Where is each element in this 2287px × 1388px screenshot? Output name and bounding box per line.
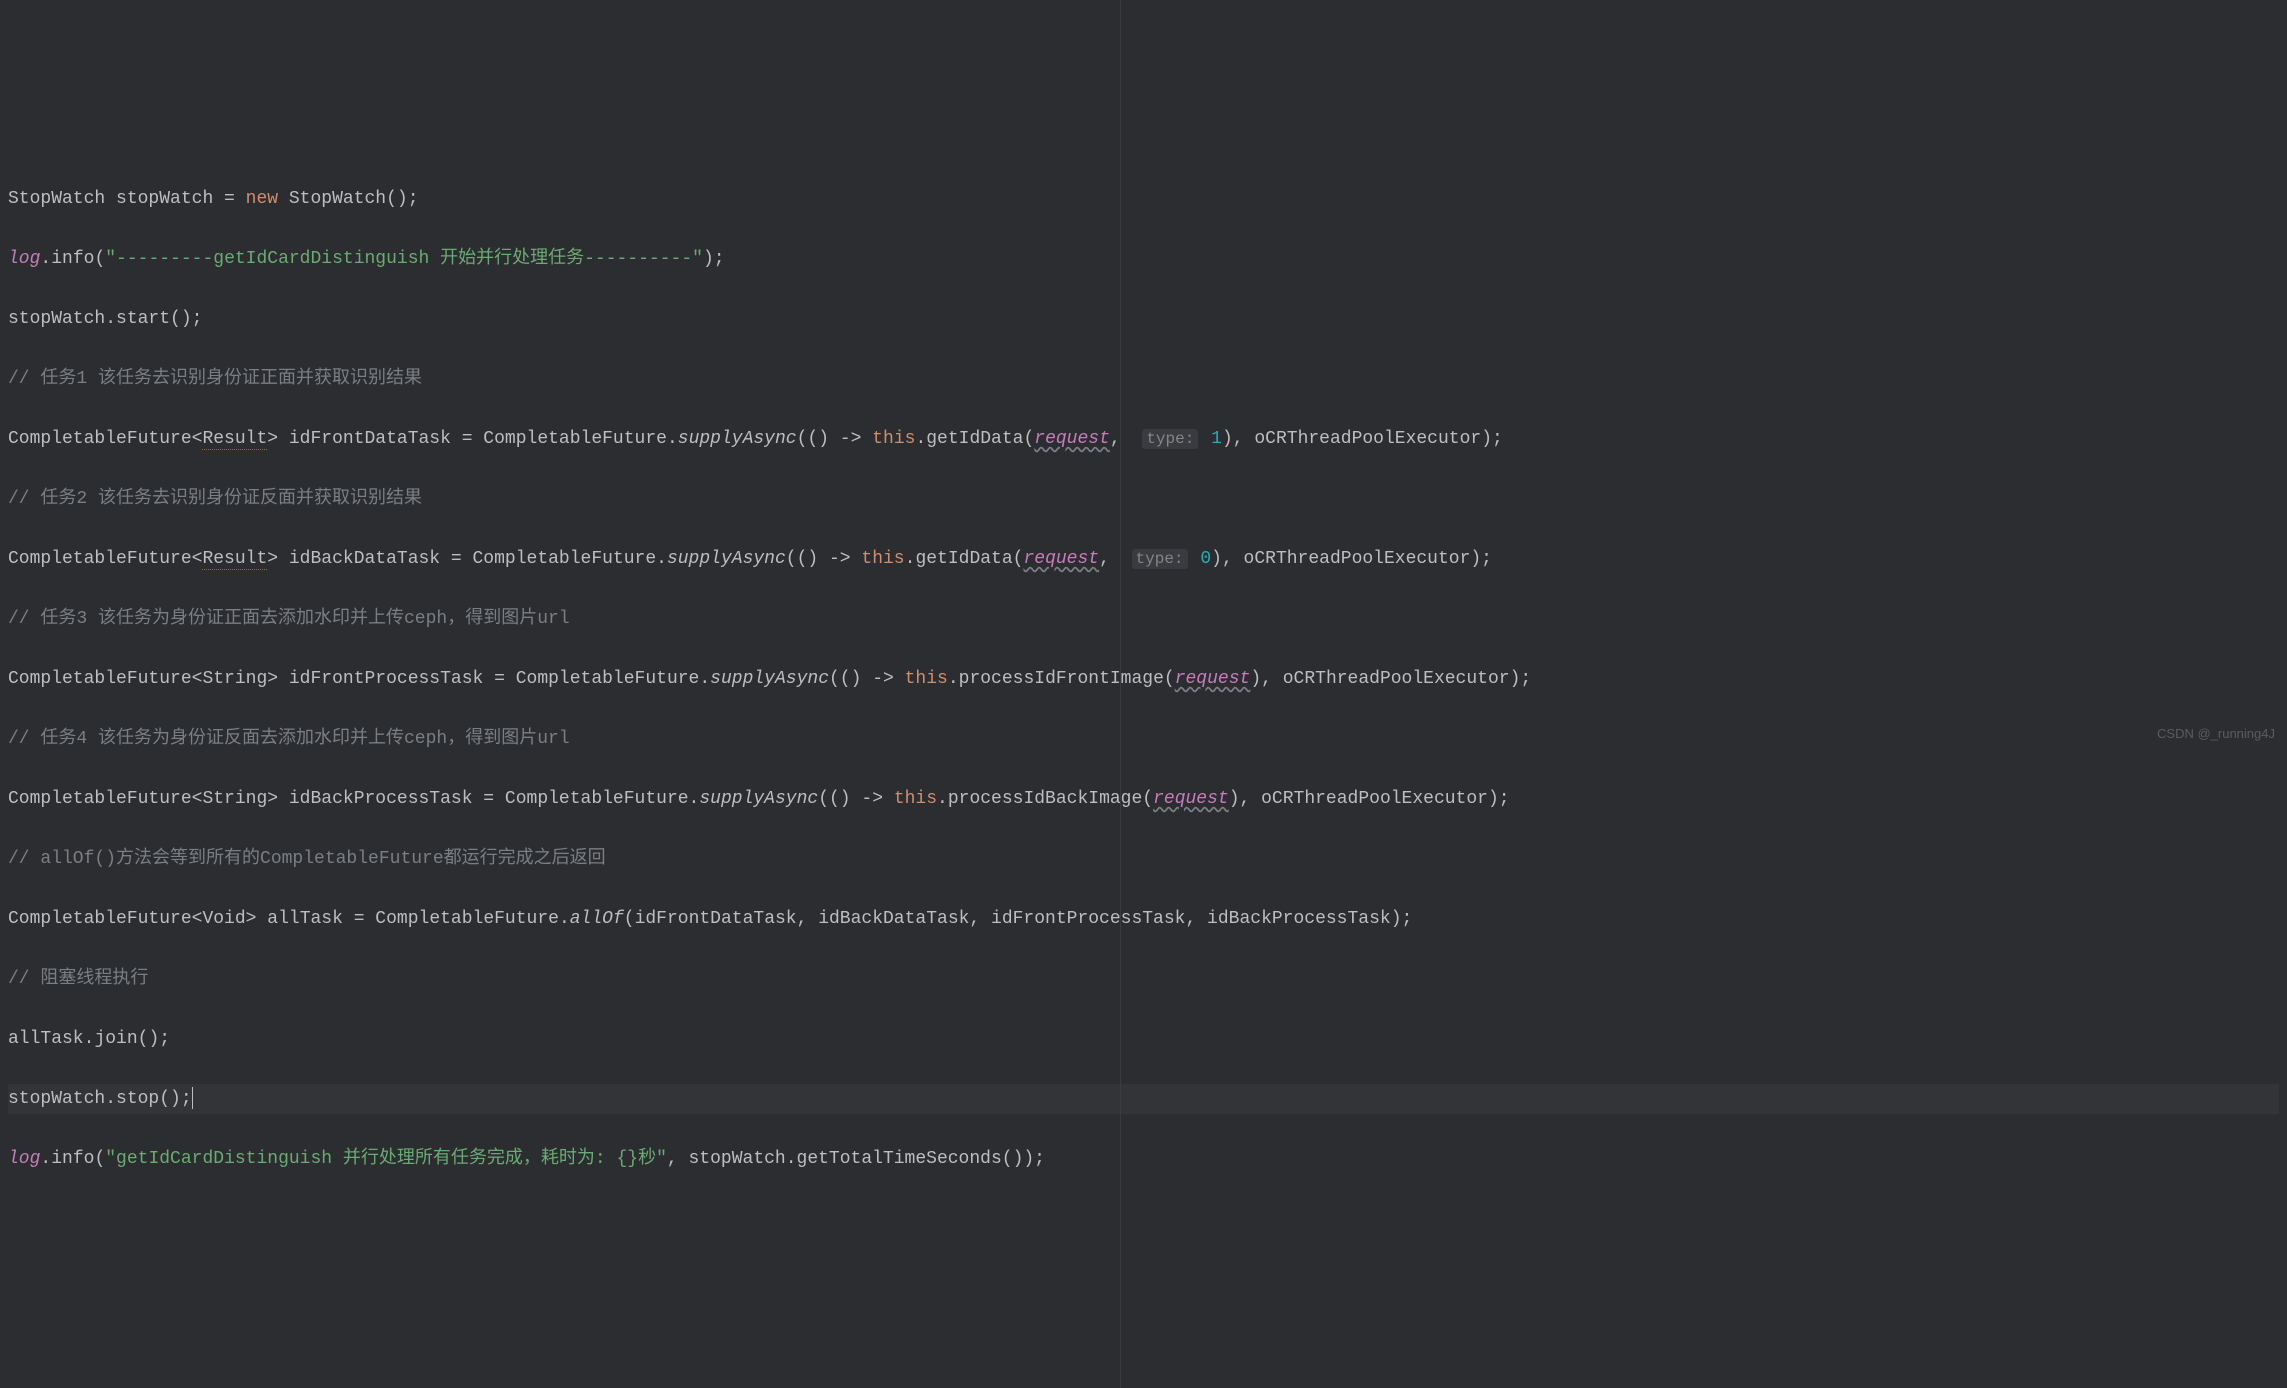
keyword-this: this <box>894 789 937 809</box>
code-line-2[interactable]: log.info("---------getIdCardDistinguish … <box>8 244 2279 274</box>
comment: // 任务2 该任务去识别身份证反面并获取识别结果 <box>8 489 422 509</box>
param-hint-type: type: <box>1142 429 1198 449</box>
keyword-new: new <box>246 189 278 209</box>
var-ref: stopWatch <box>8 1089 105 1109</box>
var-ref: stopWatch <box>8 309 105 329</box>
number-literal: 0 <box>1190 549 1212 569</box>
comment: // 阻塞线程执行 <box>8 969 148 989</box>
keyword-this: this <box>872 429 915 449</box>
comment: // allOf()方法会等到所有的CompletableFuture都运行完成… <box>8 849 606 869</box>
method-getiddata: getIdData <box>915 549 1012 569</box>
code-line-11[interactable]: CompletableFuture<String> idBackProcessT… <box>8 784 2279 814</box>
method-start: start <box>116 309 170 329</box>
method-info: info <box>51 249 94 269</box>
method-processidfront: processIdFrontImage <box>959 669 1164 689</box>
code-line-13[interactable]: CompletableFuture<Void> allTask = Comple… <box>8 904 2279 934</box>
code-line-3[interactable]: stopWatch.start(); <box>8 304 2279 334</box>
keyword-this: this <box>905 669 948 689</box>
code-line-10[interactable]: // 任务4 该任务为身份证反面去添加水印并上传ceph，得到图片url <box>8 724 2279 754</box>
type-name: CompletableFuture <box>8 549 192 569</box>
type-name: CompletableFuture <box>8 669 192 689</box>
param-request: request <box>1034 429 1110 449</box>
code-line-4[interactable]: // 任务1 该任务去识别身份证正面并获取识别结果 <box>8 364 2279 394</box>
method-getiddata: getIdData <box>926 429 1023 449</box>
comment: // 任务1 该任务去识别身份证正面并获取识别结果 <box>8 369 422 389</box>
type-name: StopWatch <box>8 189 105 209</box>
method-supplyasync: supplyAsync <box>678 429 797 449</box>
code-line-15[interactable]: allTask.join(); <box>8 1024 2279 1054</box>
var-name: stopWatch <box>116 189 213 209</box>
param-request: request <box>1023 549 1099 569</box>
param-request: request <box>1153 789 1229 809</box>
type-name: CompletableFuture <box>8 429 192 449</box>
method-supplyasync: supplyAsync <box>667 549 786 569</box>
code-line-12[interactable]: // allOf()方法会等到所有的CompletableFuture都运行完成… <box>8 844 2279 874</box>
method-supplyasync: supplyAsync <box>699 789 818 809</box>
generic-string: String <box>202 669 267 689</box>
code-line-6[interactable]: // 任务2 该任务去识别身份证反面并获取识别结果 <box>8 484 2279 514</box>
code-line-17[interactable]: log.info("getIdCardDistinguish 并行处理所有任务完… <box>8 1144 2279 1174</box>
code-line-16[interactable]: stopWatch.stop(); <box>8 1084 2279 1114</box>
code-line-7[interactable]: CompletableFuture<Result> idBackDataTask… <box>8 544 2279 574</box>
var-ref: allTask <box>8 1029 84 1049</box>
method-stop: stop <box>116 1089 159 1109</box>
comment: // 任务4 该任务为身份证反面去添加水印并上传ceph，得到图片url <box>8 729 570 749</box>
code-line-14[interactable]: // 阻塞线程执行 <box>8 964 2279 994</box>
generic-string: String <box>202 789 267 809</box>
method-join: join <box>94 1029 137 1049</box>
method-supplyasync: supplyAsync <box>710 669 829 689</box>
watermark: CSDN @_running4J <box>2157 719 2275 749</box>
method-allof: allOf <box>570 909 624 929</box>
number-literal: 1 <box>1200 429 1222 449</box>
code-line-5[interactable]: CompletableFuture<Result> idFrontDataTas… <box>8 424 2279 454</box>
log-field: log <box>8 249 40 269</box>
method-processidback: processIdBackImage <box>948 789 1142 809</box>
code-line-8[interactable]: // 任务3 该任务为身份证正面去添加水印并上传ceph，得到图片url <box>8 604 2279 634</box>
param-hint-type: type: <box>1132 549 1188 569</box>
method-info: info <box>51 1149 94 1169</box>
comment: // 任务3 该任务为身份证正面去添加水印并上传ceph，得到图片url <box>8 609 570 629</box>
code-line-1[interactable]: StopWatch stopWatch = new StopWatch(); <box>8 184 2279 214</box>
generic-result: Result <box>202 429 267 450</box>
string-literal: "---------getIdCardDistinguish 开始并行处理任务-… <box>105 249 703 269</box>
type-name: CompletableFuture <box>8 909 192 929</box>
param-request: request <box>1175 669 1251 689</box>
text-cursor <box>192 1087 193 1109</box>
keyword-this: this <box>861 549 904 569</box>
type-name: CompletableFuture <box>8 789 192 809</box>
editor-margin-line <box>1120 0 1121 1388</box>
string-literal: "getIdCardDistinguish 并行处理所有任务完成，耗时为: {}… <box>105 1149 667 1169</box>
log-field: log <box>8 1149 40 1169</box>
generic-void: Void <box>202 909 245 929</box>
generic-result: Result <box>202 549 267 570</box>
code-line-9[interactable]: CompletableFuture<String> idFrontProcess… <box>8 664 2279 694</box>
